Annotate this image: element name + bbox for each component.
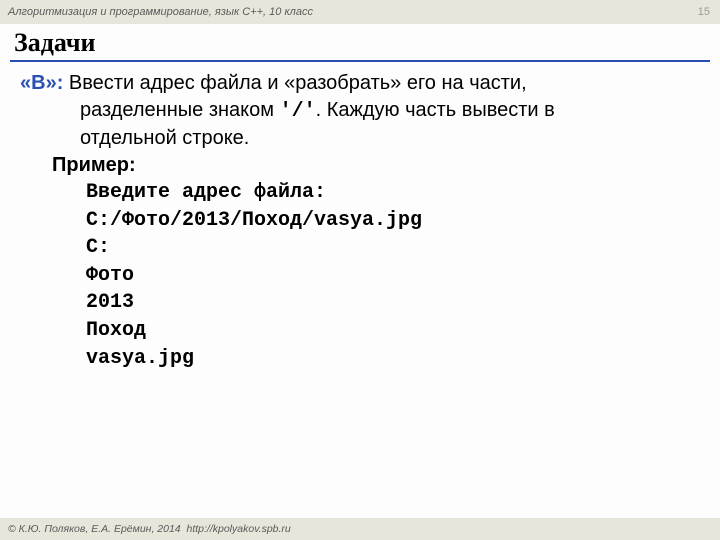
- code-line: Введите адрес файла:: [86, 181, 326, 204]
- code-line: Поход: [86, 319, 146, 342]
- slide-title: Задачи: [0, 24, 720, 60]
- header-bar: Алгоритмизация и программирование, язык …: [0, 0, 720, 24]
- footer-url: http://kpolyakov.spb.ru: [186, 523, 290, 535]
- code-line: C:: [86, 236, 110, 259]
- task-desc-2a: разделенные знаком: [80, 99, 280, 121]
- slash-literal: '/': [280, 100, 316, 123]
- footer-bar: © К.Ю. Поляков, Е.А. Ерёмин, 2014 http:/…: [0, 518, 720, 540]
- task-tag: «B»:: [20, 72, 63, 94]
- title-divider: [10, 60, 710, 62]
- content-area: «B»: Ввести адрес файла и «разобрать» ег…: [0, 70, 720, 372]
- task-desc-1: Ввести адрес файла и «разобрать» его на …: [63, 72, 526, 94]
- code-line: Фото: [86, 264, 134, 287]
- code-line: C:/Фото/2013/Поход/vasya.jpg: [86, 209, 422, 232]
- course-label: Алгоритмизация и программирование, язык …: [8, 6, 313, 18]
- task-line-1: «B»: Ввести адрес файла и «разобрать» ег…: [20, 70, 704, 97]
- example-label: Пример:: [20, 152, 704, 179]
- task-desc-2b: . Каждую часть вывести в: [316, 99, 555, 121]
- task-line-2: разделенные знаком '/'. Каждую часть выв…: [20, 97, 704, 125]
- page-number: 15: [698, 6, 710, 18]
- task-line-3: отдельной строке.: [20, 125, 704, 152]
- code-line: 2013: [86, 291, 134, 314]
- code-line: vasya.jpg: [86, 347, 194, 370]
- example-output: Введите адрес файла: C:/Фото/2013/Поход/…: [20, 179, 704, 372]
- copyright: © К.Ю. Поляков, Е.А. Ерёмин, 2014: [8, 523, 181, 535]
